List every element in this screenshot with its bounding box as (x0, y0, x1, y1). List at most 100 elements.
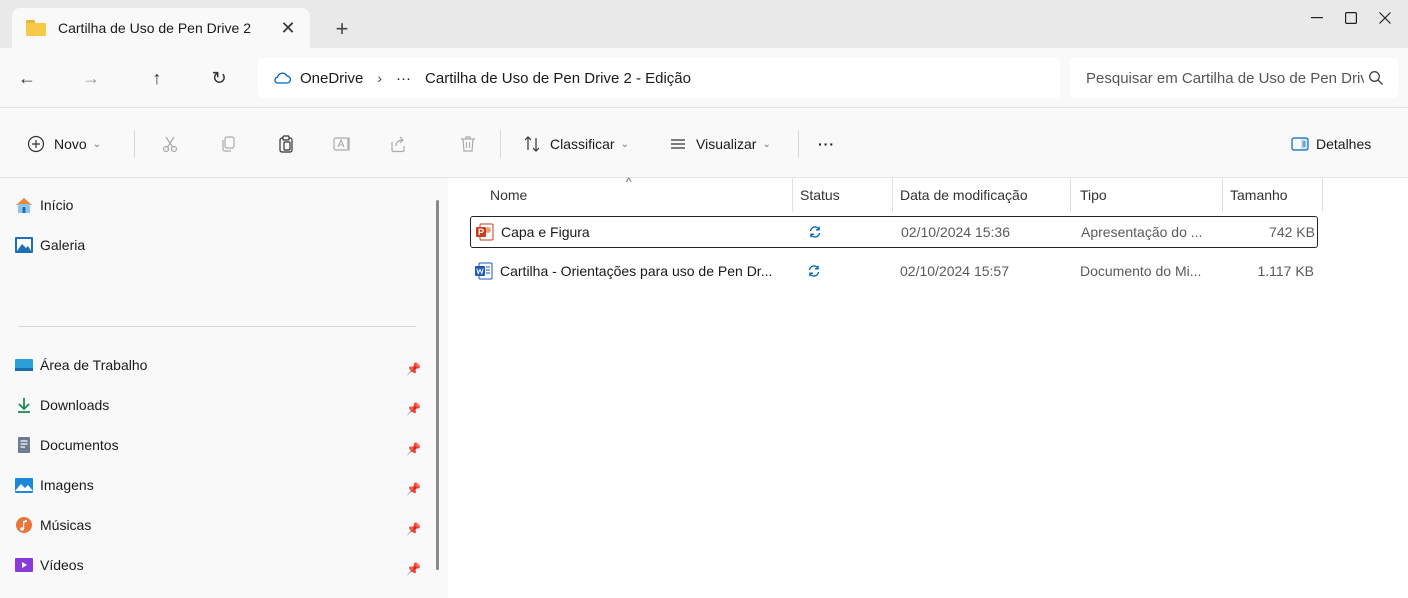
column-header-name[interactable]: Nome (490, 178, 527, 212)
pin-icon[interactable]: 📌 (406, 442, 421, 456)
new-button[interactable]: Novo ⌄ (26, 133, 101, 155)
sidebar-item-label: Músicas (40, 517, 92, 533)
sidebar-item-downloads[interactable]: Downloads (14, 392, 109, 418)
details-button[interactable]: Detalhes (1290, 133, 1371, 155)
documents-icon (18, 437, 30, 453)
sidebar-item-pictures[interactable]: Imagens (14, 472, 94, 498)
music-icon (16, 517, 32, 533)
address-bar[interactable]: OneDrive › ··· Cartilha de Uso de Pen Dr… (258, 58, 1060, 98)
pictures-icon (15, 478, 33, 493)
file-type: Documento do Mi... (1080, 263, 1202, 279)
tab-title: Cartilha de Uso de Pen Drive 2 (58, 20, 251, 36)
navigation-pane: Início Galeria Área de Trabalho 📌 Downlo… (0, 178, 448, 598)
sidebar-item-label: Início (40, 197, 74, 213)
sidebar-item-documents[interactable]: Documentos (14, 432, 119, 458)
search-placeholder: Pesquisar em Cartilha de Uso de Pen Driv… (1086, 69, 1364, 87)
modified-date: 02/10/2024 15:57 (900, 263, 1009, 279)
address-row: ← → ↑ ↻ OneDrive › ··· Cartilha de Uso d… (0, 48, 1408, 108)
rename-button[interactable] (332, 133, 352, 155)
close-window-button[interactable] (1362, 0, 1408, 36)
modified-date: 02/10/2024 15:36 (901, 224, 1010, 240)
up-button[interactable]: ↑ (144, 66, 170, 90)
sidebar-item-label: Vídeos (40, 557, 84, 573)
column-header-status[interactable]: Status (800, 178, 840, 212)
column-divider[interactable] (792, 178, 793, 212)
breadcrumb-current[interactable]: Cartilha de Uso de Pen Drive 2 - Edição (425, 70, 691, 87)
column-divider[interactable] (1322, 178, 1323, 212)
breadcrumb-separator[interactable]: › (377, 70, 382, 86)
sidebar-item-videos[interactable]: Vídeos (14, 552, 84, 578)
pin-icon[interactable]: 📌 (406, 482, 421, 496)
table-row[interactable]: Capa e Figura 02/10/2024 15:36 Apresenta… (470, 216, 1318, 248)
cut-button[interactable] (160, 133, 180, 155)
file-size: 1.117 KB (1257, 263, 1314, 279)
details-label: Detalhes (1316, 136, 1372, 152)
share-button[interactable] (388, 133, 408, 155)
copy-icon (222, 136, 235, 152)
maximize-icon (1345, 12, 1357, 24)
file-list: ^ Nome Status Data de modificação Tipo T… (448, 175, 1408, 598)
pin-icon[interactable]: 📌 (406, 402, 421, 416)
pin-icon[interactable]: 📌 (406, 562, 421, 576)
sidebar-item-home[interactable]: Início (14, 192, 73, 218)
divider (18, 326, 416, 327)
new-label: Novo (54, 136, 87, 152)
trash-icon (461, 136, 475, 152)
details-pane-icon (1291, 137, 1309, 151)
column-header-type[interactable]: Tipo (1080, 178, 1107, 212)
breadcrumb-onedrive[interactable]: OneDrive (300, 70, 363, 87)
view-label: Visualizar (696, 136, 757, 152)
plus-circle-icon (27, 135, 45, 153)
sort-button[interactable]: Classificar ⌄ (522, 133, 629, 155)
status-cell (808, 217, 822, 247)
sidebar-scrollbar[interactable] (436, 200, 439, 570)
sort-icon (524, 136, 540, 152)
file-type: Apresentação do ... (1081, 224, 1203, 240)
minimize-icon (1311, 17, 1323, 19)
column-header-size[interactable]: Tamanho (1230, 178, 1288, 212)
close-tab-icon[interactable]: ✕ (278, 18, 298, 38)
close-icon (1379, 12, 1391, 24)
table-row[interactable]: Cartilha - Orientações para uso de Pen D… (470, 256, 1318, 288)
share-icon (391, 136, 405, 153)
title-bar: Cartilha de Uso de Pen Drive 2 ✕ + (0, 0, 1408, 48)
sidebar-item-label: Imagens (40, 477, 94, 493)
tab-active[interactable]: Cartilha de Uso de Pen Drive 2 ✕ (12, 8, 310, 48)
file-name-cell: Capa e Figura (475, 217, 590, 247)
rename-icon (333, 137, 350, 151)
column-header-modified[interactable]: Data de modificação (900, 178, 1028, 212)
delete-button[interactable] (458, 133, 478, 155)
sidebar-item-desktop[interactable]: Área de Trabalho (14, 352, 147, 378)
sidebar-item-gallery[interactable]: Galeria (14, 232, 85, 258)
sidebar-item-music[interactable]: Músicas (14, 512, 91, 538)
chevron-down-icon: ⌄ (92, 138, 102, 150)
word-file-icon (475, 262, 493, 280)
scissors-icon (162, 136, 178, 153)
column-divider[interactable] (1222, 178, 1223, 212)
pin-icon[interactable]: 📌 (406, 362, 421, 376)
column-divider[interactable] (892, 178, 893, 212)
divider (134, 130, 135, 158)
file-name: Capa e Figura (501, 224, 590, 240)
search-input[interactable]: Pesquisar em Cartilha de Uso de Pen Driv… (1070, 58, 1398, 98)
sidebar-item-label: Documentos (40, 437, 119, 453)
column-divider[interactable] (1070, 178, 1071, 212)
cloud-icon (274, 72, 292, 84)
sort-ascending-icon: ^ (626, 175, 632, 189)
paste-icon (279, 135, 293, 153)
view-button[interactable]: Visualizar ⌄ (668, 133, 771, 155)
sort-label: Classificar (550, 136, 615, 152)
gallery-icon (15, 237, 33, 253)
powerpoint-file-icon (476, 223, 494, 241)
file-size: 742 KB (1269, 224, 1315, 240)
new-tab-button[interactable]: + (330, 18, 354, 42)
forward-button[interactable]: → (78, 66, 104, 90)
breadcrumb-ellipsis[interactable]: ··· (396, 70, 411, 87)
paste-button[interactable] (276, 133, 296, 155)
refresh-button[interactable]: ↻ (206, 66, 232, 90)
copy-button[interactable] (218, 133, 238, 155)
home-icon (16, 198, 32, 213)
more-options-button[interactable]: ··· (818, 133, 835, 155)
back-button[interactable]: ← (14, 66, 40, 90)
pin-icon[interactable]: 📌 (406, 522, 421, 536)
